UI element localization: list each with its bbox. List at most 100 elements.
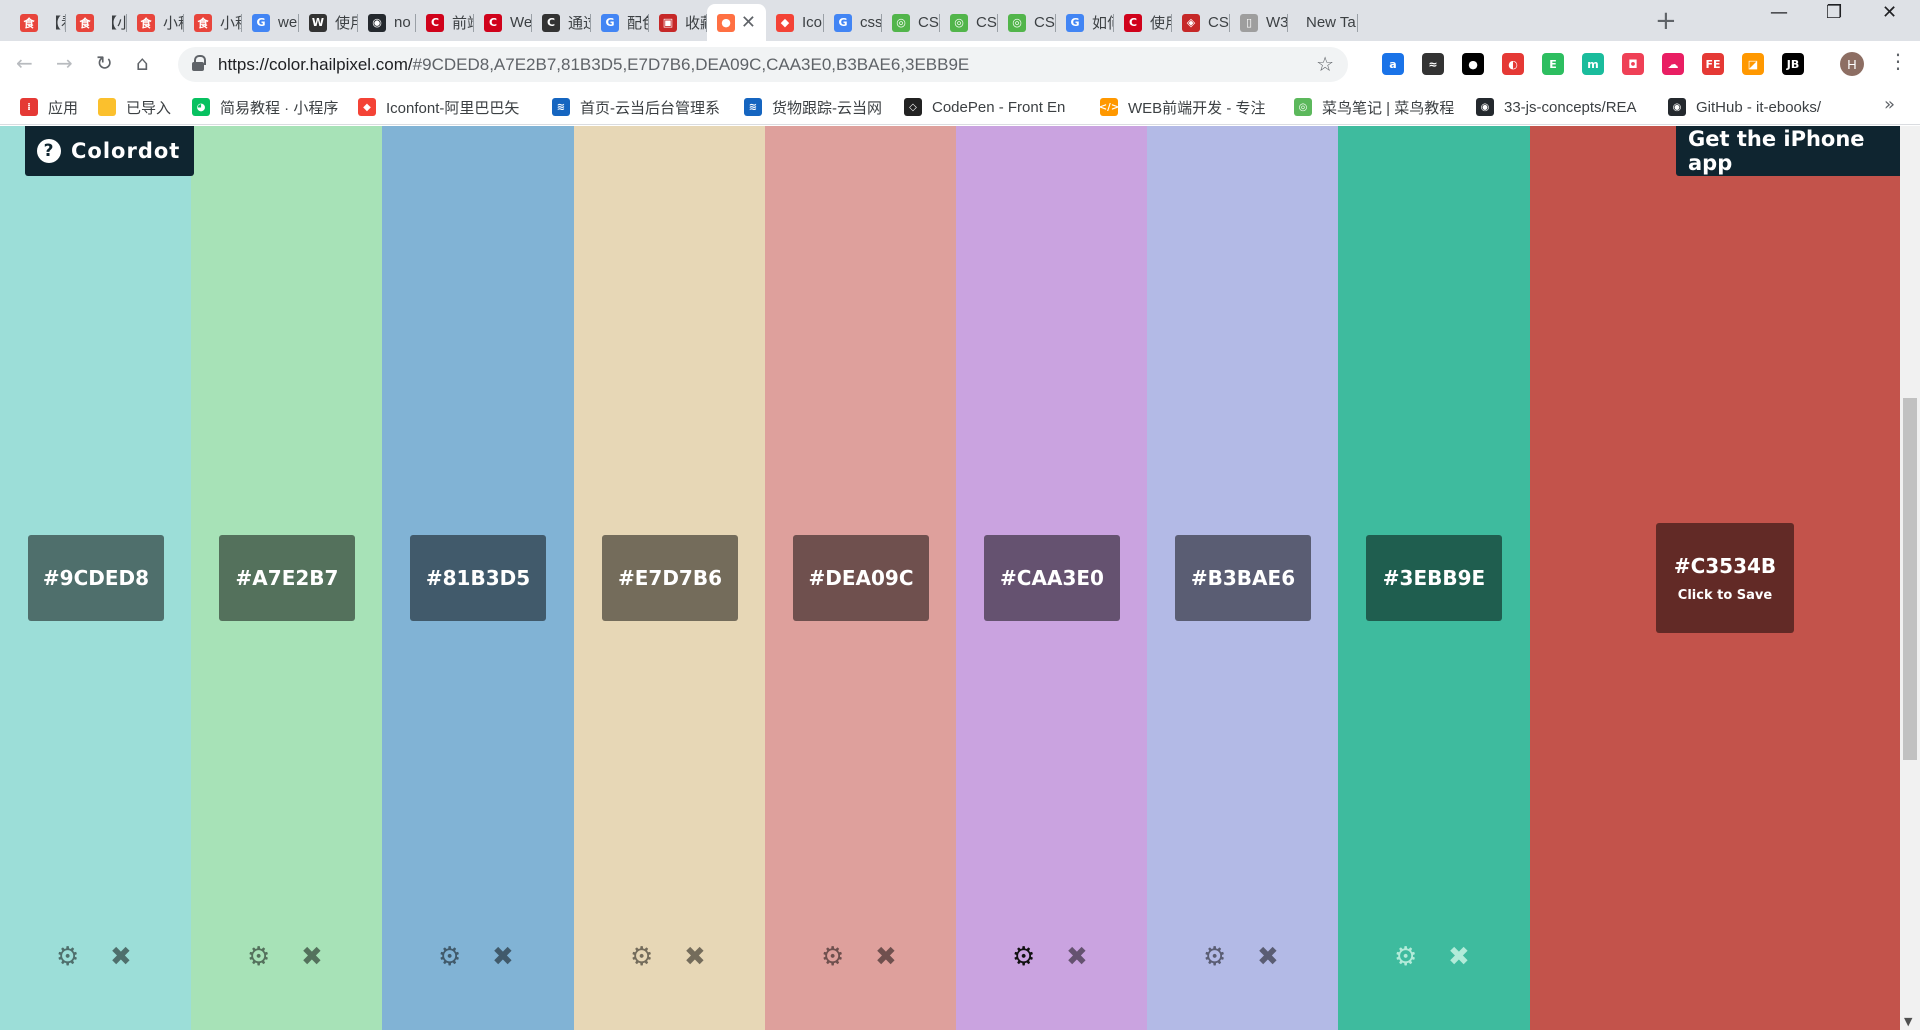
address-bar[interactable]: https://color.hailpixel.com/#9CDED8,A7E2… bbox=[178, 47, 1348, 82]
new-tab-button[interactable]: + bbox=[1655, 6, 1677, 36]
browser-tab[interactable]: ◎ CS bbox=[940, 4, 998, 41]
browser-tab[interactable]: G 如何 bbox=[1056, 4, 1114, 41]
browser-tab[interactable]: ▯ W3 bbox=[1230, 4, 1288, 41]
browser-tab[interactable]: ◎ CS bbox=[882, 4, 940, 41]
color-column[interactable]: #3EBB9E ⚙ ✖ bbox=[1338, 126, 1530, 1030]
gear-icon[interactable]: ⚙ bbox=[247, 942, 270, 972]
color-hex-label[interactable]: #CAA3E0 bbox=[984, 535, 1120, 621]
bookmark-item[interactable]: ≋ 首页-云当后台管理系 bbox=[552, 96, 720, 118]
fe-helper-extension-icon[interactable]: FE bbox=[1702, 53, 1724, 75]
jetbrains-extension-icon[interactable]: JB bbox=[1782, 53, 1804, 75]
preview-color-column[interactable]: #C3534B Click to Save bbox=[1530, 126, 1900, 1030]
tab-close-icon[interactable]: ✕ bbox=[741, 12, 756, 33]
remove-color-icon[interactable]: ✖ bbox=[301, 942, 323, 972]
browser-tab[interactable]: ◎ CS bbox=[998, 4, 1056, 41]
scroll-down-arrow-icon[interactable]: ▼ bbox=[1904, 1015, 1912, 1028]
bookmark-item[interactable]: </> WEB前端开发 - 专注 bbox=[1100, 96, 1266, 118]
browser-tab[interactable]: ◈ CS bbox=[1172, 4, 1230, 41]
browser-tab[interactable]: 食小程 bbox=[184, 4, 242, 41]
browser-tab[interactable]: C We bbox=[474, 4, 532, 41]
tampermonkey-extension-icon[interactable]: ● bbox=[1462, 53, 1484, 75]
bookmark-item[interactable]: ◆ Iconfont-阿里巴巴矢 bbox=[358, 96, 519, 118]
home-icon[interactable]: ⌂ bbox=[136, 51, 149, 75]
scrollbar-thumb[interactable] bbox=[1903, 398, 1917, 760]
colordot-help-button[interactable]: ? Colordot bbox=[25, 126, 195, 176]
tab-active[interactable]: ● ✕ bbox=[707, 4, 766, 41]
color-hex-label[interactable]: #DEA09C bbox=[793, 535, 929, 621]
cloud-extension-icon[interactable]: ☁ bbox=[1662, 53, 1684, 75]
more-bookmarks-icon[interactable]: » bbox=[1884, 94, 1895, 115]
gear-icon[interactable]: ⚙ bbox=[438, 942, 461, 972]
color-column[interactable]: #A7E2B7 ⚙ ✖ bbox=[191, 126, 382, 1030]
pocket-extension-icon[interactable]: ◘ bbox=[1622, 53, 1644, 75]
gear-icon[interactable]: ⚙ bbox=[1203, 942, 1226, 972]
forward-arrow-icon[interactable]: → bbox=[56, 51, 73, 75]
remove-color-icon[interactable]: ✖ bbox=[492, 942, 514, 972]
bookmark-item[interactable]: ⁞ 应用 bbox=[20, 96, 78, 118]
color-hex-label[interactable]: #3EBB9E bbox=[1366, 535, 1502, 621]
page-scrollbar[interactable]: ▼ bbox=[1900, 126, 1920, 1030]
browser-tab[interactable]: W 使用 bbox=[299, 4, 358, 41]
browser-tab[interactable]: C 前端 bbox=[416, 4, 474, 41]
browser-tab[interactable]: ◉ no bbox=[358, 4, 416, 41]
gear-icon[interactable]: ⚙ bbox=[630, 942, 653, 972]
bookmark-item[interactable]: ≋ 货物跟踪-云当网 bbox=[744, 96, 882, 118]
back-arrow-icon[interactable]: ← bbox=[16, 51, 33, 75]
color-column[interactable]: #B3BAE6 ⚙ ✖ bbox=[1147, 126, 1338, 1030]
colorzilla-extension-icon[interactable]: ◪ bbox=[1742, 53, 1764, 75]
adblock-extension-icon[interactable]: ◐ bbox=[1502, 53, 1524, 75]
url-text[interactable]: https://color.hailpixel.com/#9CDED8,A7E2… bbox=[218, 55, 969, 75]
encoding-extension-icon[interactable]: ≈ bbox=[1422, 53, 1444, 75]
remove-color-icon[interactable]: ✖ bbox=[1448, 942, 1470, 972]
color-column[interactable]: #CAA3E0 ⚙ ✖ bbox=[956, 126, 1147, 1030]
color-hex-label[interactable]: #B3BAE6 bbox=[1175, 535, 1311, 621]
browser-tab[interactable]: New Ta bbox=[1288, 4, 1358, 41]
bookmark-item[interactable]: ◉ 33-js-concepts/REA bbox=[1476, 96, 1637, 118]
remove-color-icon[interactable]: ✖ bbox=[1257, 942, 1279, 972]
bookmark-favicon-icon: </> bbox=[1100, 98, 1119, 116]
bookmark-item[interactable]: ◎ 菜鸟笔记 | 菜鸟教程 bbox=[1294, 96, 1454, 118]
color-hex-label[interactable]: #81B3D5 bbox=[410, 535, 546, 621]
profile-avatar[interactable]: H bbox=[1840, 52, 1864, 76]
evernote-extension-icon[interactable]: E bbox=[1542, 53, 1564, 75]
translate-extension-icon[interactable]: a bbox=[1382, 53, 1404, 75]
color-column[interactable]: #DEA09C ⚙ ✖ bbox=[765, 126, 956, 1030]
remove-color-icon[interactable]: ✖ bbox=[110, 942, 132, 972]
close-icon[interactable]: ✕ bbox=[1882, 2, 1897, 23]
browser-tab[interactable]: 食【小 bbox=[66, 4, 127, 41]
reload-icon[interactable]: ↻ bbox=[96, 51, 113, 75]
mint-extension-icon[interactable]: m bbox=[1582, 53, 1604, 75]
bookmark-item[interactable]: 已导入 bbox=[98, 96, 171, 118]
browser-tab[interactable]: Gcss bbox=[824, 4, 882, 41]
bookmark-item[interactable]: ◉ GitHub - it-ebooks/ bbox=[1668, 96, 1821, 118]
browser-tab[interactable]: G 配色 bbox=[591, 4, 649, 41]
browser-tab[interactable]: 食【看 bbox=[10, 4, 66, 41]
browser-tab[interactable]: C 使用 bbox=[1114, 4, 1172, 41]
browser-tab[interactable]: ◆ Ico bbox=[766, 4, 824, 41]
remove-color-icon[interactable]: ✖ bbox=[875, 942, 897, 972]
gear-icon[interactable]: ⚙ bbox=[56, 942, 79, 972]
color-column[interactable]: #81B3D5 ⚙ ✖ bbox=[382, 126, 574, 1030]
color-column[interactable]: #9CDED8 ⚙ ✖ bbox=[0, 126, 191, 1030]
bookmark-star-icon[interactable]: ☆ bbox=[1316, 52, 1334, 76]
browser-tab[interactable]: Gwe bbox=[242, 4, 299, 41]
bookmark-item[interactable]: ◇ CodePen - Front En bbox=[904, 96, 1065, 118]
remove-color-icon[interactable]: ✖ bbox=[1066, 942, 1088, 972]
browser-tab[interactable]: C 通过 bbox=[532, 4, 591, 41]
gear-icon[interactable]: ⚙ bbox=[1012, 942, 1035, 972]
color-hex-label[interactable]: #E7D7B6 bbox=[602, 535, 738, 621]
get-iphone-app-button[interactable]: Get the iPhone app bbox=[1676, 126, 1920, 176]
bookmark-item[interactable]: ◕ 简易教程 · 小程序 bbox=[192, 96, 338, 118]
browser-tab[interactable]: ▣ 收藏 bbox=[649, 4, 707, 41]
color-hex-label[interactable]: #9CDED8 bbox=[28, 535, 164, 621]
browser-tab[interactable]: 食小程 bbox=[127, 4, 184, 41]
color-column[interactable]: #E7D7B6 ⚙ ✖ bbox=[574, 126, 765, 1030]
remove-color-icon[interactable]: ✖ bbox=[684, 942, 706, 972]
browser-menu-icon[interactable]: ⋮ bbox=[1888, 49, 1908, 73]
minimize-icon[interactable]: — bbox=[1770, 2, 1788, 23]
save-color-button[interactable]: #C3534B Click to Save bbox=[1656, 523, 1794, 633]
gear-icon[interactable]: ⚙ bbox=[1394, 942, 1417, 972]
gear-icon[interactable]: ⚙ bbox=[821, 942, 844, 972]
restore-icon[interactable]: ❐ bbox=[1826, 2, 1842, 23]
color-hex-label[interactable]: #A7E2B7 bbox=[219, 535, 355, 621]
